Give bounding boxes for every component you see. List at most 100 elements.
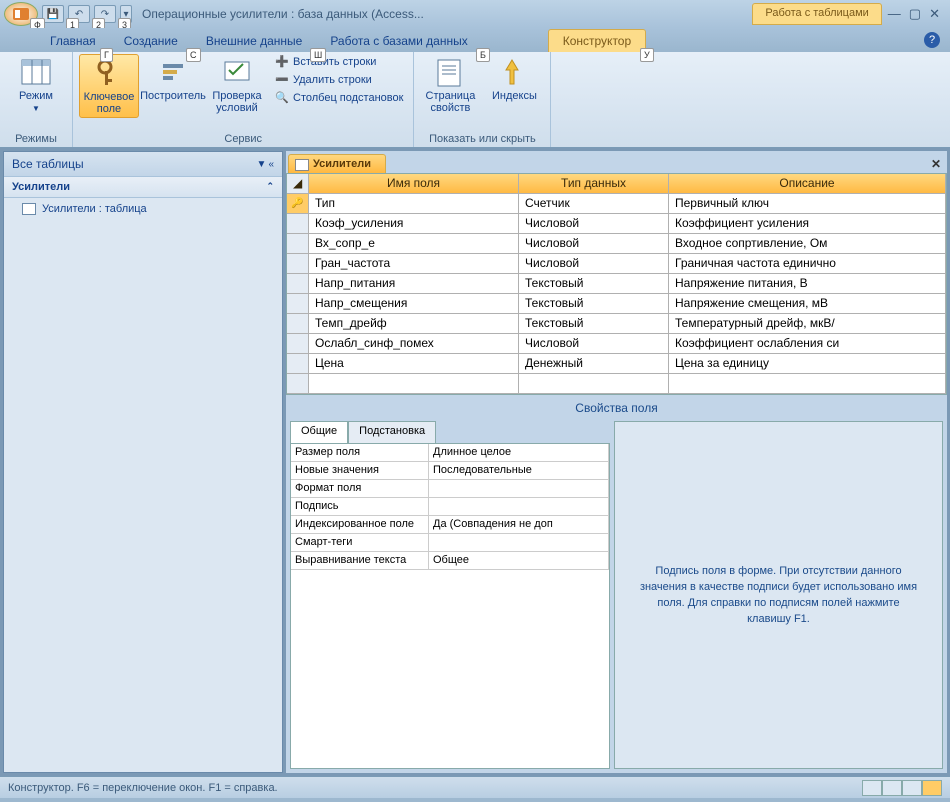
insert-rows-button[interactable]: ➕Вставить строки [271, 54, 407, 70]
field-row[interactable]: 🔑ТипСчетчикПервичный ключ [287, 194, 946, 214]
row-selector[interactable] [287, 354, 309, 374]
nav-item-table[interactable]: Усилители : таблица [4, 198, 282, 220]
description-cell[interactable]: Коэффициент усиления [669, 214, 946, 234]
tab-database-tools[interactable]: Работа с базами данных [316, 30, 481, 52]
field-name-cell[interactable]: Напр_питания [309, 274, 519, 294]
indexes-icon [498, 56, 530, 88]
data-type-cell[interactable]: Числовой [519, 214, 669, 234]
property-row[interactable]: Формат поля [291, 480, 609, 498]
field-name-cell[interactable]: Цена [309, 354, 519, 374]
navigation-pane: Все таблицы ▼« Усилители ⌃ Усилители : т… [3, 151, 283, 773]
col-description[interactable]: Описание [669, 174, 946, 194]
row-selector[interactable]: 🔑 [287, 194, 309, 214]
field-name-cell[interactable]: Гран_частота [309, 254, 519, 274]
tab-home[interactable]: Главная [36, 30, 110, 52]
close-button[interactable]: ✕ [929, 6, 940, 22]
pivot-table-view-button[interactable] [882, 780, 902, 796]
field-name-cell[interactable]: Вх_сопр_е [309, 234, 519, 254]
field-row[interactable]: Напр_смещенияТекстовыйНапряжение смещени… [287, 294, 946, 314]
description-cell[interactable]: Напряжение питания, В [669, 274, 946, 294]
field-row[interactable]: Темп_дрейфТекстовыйТемпературный дрейф, … [287, 314, 946, 334]
property-row[interactable]: Размер поляДлинное целое [291, 444, 609, 462]
property-row[interactable]: Выравнивание текстаОбщее [291, 552, 609, 570]
prop-value[interactable]: Да (Совпадения не доп [429, 516, 609, 534]
property-row[interactable]: Смарт-теги [291, 534, 609, 552]
description-cell[interactable]: Входное сопртивление, Ом [669, 234, 946, 254]
field-name-cell[interactable]: Темп_дрейф [309, 314, 519, 334]
prop-name: Новые значения [291, 462, 429, 480]
data-type-cell[interactable]: Числовой [519, 334, 669, 354]
nav-dropdown-icon[interactable]: ▼ [257, 159, 267, 170]
col-fieldname[interactable]: Имя поля [309, 174, 519, 194]
nav-header[interactable]: Все таблицы ▼« [4, 152, 282, 177]
datasheet-view-button[interactable] [862, 780, 882, 796]
row-selector[interactable] [287, 254, 309, 274]
field-row[interactable]: Гран_частотаЧисловойГраничная частота ед… [287, 254, 946, 274]
design-view-button[interactable] [922, 780, 942, 796]
field-name-cell[interactable]: Тип [309, 194, 519, 214]
qat-save[interactable]: 💾 [42, 5, 64, 23]
description-cell[interactable]: Коэффициент ослабления си [669, 334, 946, 354]
col-datatype[interactable]: Тип данных [519, 174, 669, 194]
field-row[interactable]: Коэф_усиленияЧисловойКоэффициент усилени… [287, 214, 946, 234]
property-row[interactable]: Индексированное полеДа (Совпадения не до… [291, 516, 609, 534]
property-row[interactable]: Подпись [291, 498, 609, 516]
nav-collapse-icon[interactable]: « [268, 159, 274, 170]
description-cell[interactable]: Напряжение смещения, мВ [669, 294, 946, 314]
data-type-cell[interactable]: Текстовый [519, 294, 669, 314]
data-type-cell[interactable]: Счетчик [519, 194, 669, 214]
selector-header[interactable]: ◢ [287, 174, 309, 194]
tab-design[interactable]: Конструктор [548, 29, 646, 52]
row-selector[interactable] [287, 234, 309, 254]
indexes-button[interactable]: Индексы [484, 54, 544, 104]
row-selector[interactable] [287, 314, 309, 334]
delete-rows-button[interactable]: ➖Удалить строки [271, 72, 407, 88]
maximize-button[interactable]: ▢ [909, 6, 921, 22]
prop-value[interactable] [429, 480, 609, 498]
nav-group[interactable]: Усилители ⌃ [4, 177, 282, 198]
view-buttons [862, 780, 942, 796]
help-button[interactable]: ? [924, 32, 940, 48]
row-selector[interactable] [287, 274, 309, 294]
field-name-cell[interactable]: Напр_смещения [309, 294, 519, 314]
prop-tab-lookup[interactable]: Подстановка [348, 421, 436, 443]
lookup-column-button[interactable]: 🔍Столбец подстановок [271, 90, 407, 106]
prop-value[interactable]: Общее [429, 552, 609, 570]
prop-value[interactable] [429, 534, 609, 552]
data-type-cell[interactable]: Денежный [519, 354, 669, 374]
property-sheet-button[interactable]: Страница свойств [420, 54, 480, 116]
row-selector[interactable] [287, 334, 309, 354]
prop-value[interactable] [429, 498, 609, 516]
description-cell[interactable]: Температурный дрейф, мкВ/ [669, 314, 946, 334]
description-cell[interactable]: Цена за единицу [669, 354, 946, 374]
data-type-cell[interactable]: Текстовый [519, 314, 669, 334]
property-row[interactable]: Новые значенияПоследовательные [291, 462, 609, 480]
validation-button[interactable]: Проверка условий [207, 54, 267, 116]
data-type-cell[interactable]: Числовой [519, 254, 669, 274]
field-row[interactable]: Напр_питанияТекстовыйНапряжение питания,… [287, 274, 946, 294]
data-type-cell[interactable]: Текстовый [519, 274, 669, 294]
field-name-cell[interactable]: Коэф_усиления [309, 214, 519, 234]
propsheet-icon [434, 56, 466, 88]
primary-key-button[interactable]: Ключевое поле [79, 54, 139, 118]
prop-value[interactable]: Длинное целое [429, 444, 609, 462]
field-row[interactable]: Ослабл_синф_помехЧисловойКоэффициент осл… [287, 334, 946, 354]
field-row[interactable]: ЦенаДенежныйЦена за единицу [287, 354, 946, 374]
tab-external-data[interactable]: Внешние данные [192, 30, 317, 52]
row-selector[interactable] [287, 214, 309, 234]
minimize-button[interactable]: — [888, 6, 901, 22]
pivot-chart-view-button[interactable] [902, 780, 922, 796]
prop-tab-general[interactable]: Общие [290, 421, 348, 443]
tab-create[interactable]: Создание [110, 30, 192, 52]
field-name-cell[interactable]: Ослабл_синф_помех [309, 334, 519, 354]
prop-value[interactable]: Последовательные [429, 462, 609, 480]
row-selector[interactable] [287, 294, 309, 314]
doc-tab[interactable]: Усилители [288, 154, 386, 173]
description-cell[interactable]: Первичный ключ [669, 194, 946, 214]
field-row[interactable]: Вх_сопр_еЧисловойВходное сопртивление, О… [287, 234, 946, 254]
data-type-cell[interactable]: Числовой [519, 234, 669, 254]
doc-close-button[interactable]: ✕ [925, 155, 947, 173]
view-mode-button[interactable]: Режим ▼ [6, 54, 66, 115]
document-tabs: Усилители ✕ [286, 151, 947, 173]
description-cell[interactable]: Граничная частота единично [669, 254, 946, 274]
